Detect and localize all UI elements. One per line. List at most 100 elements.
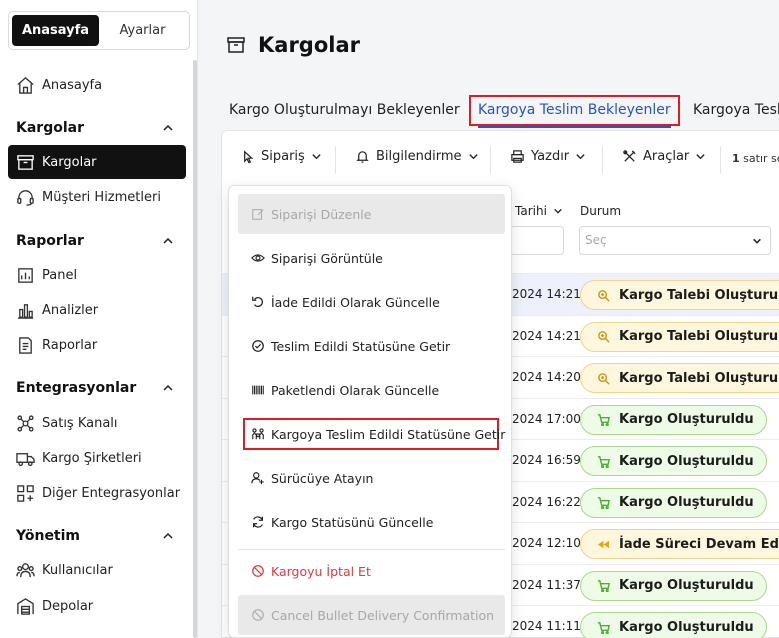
dashboard-icon (14, 264, 36, 286)
chevron-down-icon (554, 208, 562, 214)
sidebar-item-kargo-sirketleri[interactable]: Kargo Şirketleri (8, 441, 186, 475)
sidebar-item-panel[interactable]: Panel (8, 258, 186, 292)
yazdir-button[interactable]: Yazdır (510, 149, 586, 164)
status-label: Kargo Talebi Oluşturul... (619, 287, 779, 303)
menu-item-surucuye-atayin[interactable]: Sürücüye Atayın (238, 458, 505, 498)
column-header-label: Durum (580, 204, 622, 218)
section-title: Yönetim (16, 528, 81, 544)
sidebar-item-label: Kargolar (42, 154, 97, 170)
chevron-down-icon (753, 238, 761, 244)
sidebar-item-label: Depolar (42, 598, 94, 614)
sidebar-item-home[interactable]: Anasayfa (8, 68, 186, 102)
user-plus-icon (251, 472, 264, 485)
bilgilendirme-button[interactable]: Bilgilendirme (355, 149, 479, 164)
document-icon (14, 334, 36, 356)
row-date: 2024 16:59 (512, 453, 581, 467)
menu-item-label: Kargoya Teslim Edildi Statüsüne Getir (271, 426, 506, 442)
toolbar: Sipariş Bilgilendirme Yazdır Araçlar 1 s… (222, 131, 779, 189)
rewind-icon (597, 540, 610, 548)
refresh-icon (253, 516, 263, 528)
sidebar-item-musteri-hizmetleri[interactable]: Müşteri Hizmetleri (8, 180, 186, 214)
section-entegrasyonlar[interactable]: Entegrasyonlar (16, 380, 174, 396)
edit-icon (252, 209, 264, 220)
sidebar-item-label: Diğer Entegrasyonlar (42, 485, 181, 501)
menu-item-iade-edildi[interactable]: İade Edildi Olarak Güncelle (238, 282, 505, 322)
tab-kargo-olusturulmayi-bekleyenler[interactable]: Kargo Oluşturulmayı Bekleyenler (229, 98, 460, 128)
row-date: 2024 11:11 (512, 619, 581, 633)
sidebar-scrollbar[interactable] (193, 60, 197, 638)
box-icon (14, 151, 36, 173)
search-progress-icon (598, 331, 610, 343)
column-header-date[interactable]: Tarihi (515, 204, 563, 218)
status-badge: Kargo Oluşturuldu (580, 487, 767, 518)
sidebar: Anasayfa Ayarlar Anasayfa Kargolar Kargo… (0, 0, 198, 638)
page-title: Kargolar (226, 33, 360, 57)
sidebar-item-kullanicilar[interactable]: Kullanıcılar (8, 553, 186, 587)
cart-check-icon (597, 580, 610, 592)
row-date: 2024 11:37 (512, 577, 581, 592)
menu-item-kargoyu-iptal-et[interactable]: Kargoyu İptal Et (238, 551, 505, 591)
button-label: Araçlar (643, 149, 690, 164)
cart-check-icon (597, 414, 610, 426)
menu-item-label: Siparişi Görüntüle (271, 250, 383, 266)
siparis-button[interactable]: Sipariş (240, 149, 322, 164)
section-raporlar[interactable]: Raporlar (16, 233, 174, 249)
sidebar-item-label: Kullanıcılar (42, 562, 113, 578)
selection-count: 1 satır se (732, 152, 779, 165)
siparis-dropdown-menu: Siparişi Düzenle Siparişi Görüntüle İade… (228, 185, 512, 638)
sidebar-item-kargolar[interactable]: Kargolar (8, 145, 186, 179)
status-badge: Kargo Oluşturuldu (580, 446, 767, 476)
tab-kargoya-teslim-bekleyenler[interactable]: Kargoya Teslim Bekleyenler (469, 95, 680, 128)
status-filter-select[interactable]: Seç (579, 226, 771, 255)
menu-item-teslim-edildi[interactable]: Teslim Edildi Statüsüne Getir (238, 326, 505, 366)
switch-ayarlar[interactable]: Ayarlar (99, 15, 186, 46)
menu-item-kargo-statusunu-guncelle[interactable]: Kargo Statüsünü Güncelle (238, 502, 505, 542)
cart-check-icon (597, 497, 610, 509)
toolbar-divider (720, 146, 721, 174)
tab-kargoya-teslim[interactable]: Kargoya Tesl (693, 98, 779, 128)
users-icon (14, 559, 36, 581)
menu-item-siparisi-duzenle: Siparişi Düzenle (238, 194, 505, 234)
switch-anasayfa[interactable]: Anasayfa (12, 15, 99, 46)
status-label: Kargo Talebi Oluşturul... (619, 329, 779, 344)
bell-icon (356, 151, 369, 163)
araclar-button[interactable]: Araçlar (622, 149, 706, 164)
menu-item-label: Siparişi Düzenle (271, 206, 372, 222)
sidebar-item-label: Raporlar (42, 337, 98, 353)
sidebar-item-diger-entegrasyonlar[interactable]: Diğer Entegrasyonlar (8, 476, 186, 510)
status-badge: Kargo Oluşturuldu (580, 612, 767, 638)
sidebar-item-label: Analizler (42, 302, 99, 318)
cart-check-icon (597, 455, 610, 468)
menu-item-paketlendi[interactable]: Paketlendi Olarak Güncelle (238, 370, 505, 410)
section-kargolar[interactable]: Kargolar (16, 120, 174, 136)
selection-number: 1 (732, 152, 740, 165)
eye-icon (251, 254, 265, 262)
warehouse-icon (14, 595, 36, 617)
status-label: Kargo Oluşturuldu (619, 412, 754, 427)
sidebar-item-satis-kanali[interactable]: Satış Kanalı (8, 406, 186, 440)
menu-item-label: Sürücüye Atayın (271, 470, 374, 486)
menu-item-siparisi-goruntule[interactable]: Siparişi Görüntüle (238, 238, 505, 278)
chevron-down-icon (312, 154, 321, 160)
status-badge: Kargo Oluşturuldu (580, 570, 767, 601)
section-yonetim[interactable]: Yönetim (16, 528, 174, 544)
handover-icon (252, 428, 264, 440)
tools-icon (623, 150, 636, 162)
sidebar-item-label: Anasayfa (42, 77, 103, 93)
date-filter-input[interactable] (510, 226, 564, 255)
select-placeholder: Seç (585, 233, 607, 247)
undo-icon (252, 296, 263, 307)
headset-icon (14, 186, 36, 208)
chevron-up-icon (163, 124, 173, 131)
chevron-down-icon (468, 154, 478, 160)
section-title: Raporlar (16, 233, 84, 249)
button-label: Yazdır (531, 149, 570, 164)
chevron-up-icon (163, 532, 173, 539)
status-badge: Kargo Talebi Oluşturul... (580, 280, 779, 310)
button-label: Bilgilendirme (376, 149, 462, 164)
sidebar-item-raporlar[interactable]: Raporlar (8, 328, 186, 362)
menu-item-kargoya-teslim-edildi[interactable]: Kargoya Teslim Edildi Statüsüne Getir (243, 418, 505, 450)
sidebar-item-depolar[interactable]: Depolar (8, 589, 186, 623)
chevron-up-icon (163, 237, 173, 244)
sidebar-item-analizler[interactable]: Analizler (8, 293, 186, 327)
